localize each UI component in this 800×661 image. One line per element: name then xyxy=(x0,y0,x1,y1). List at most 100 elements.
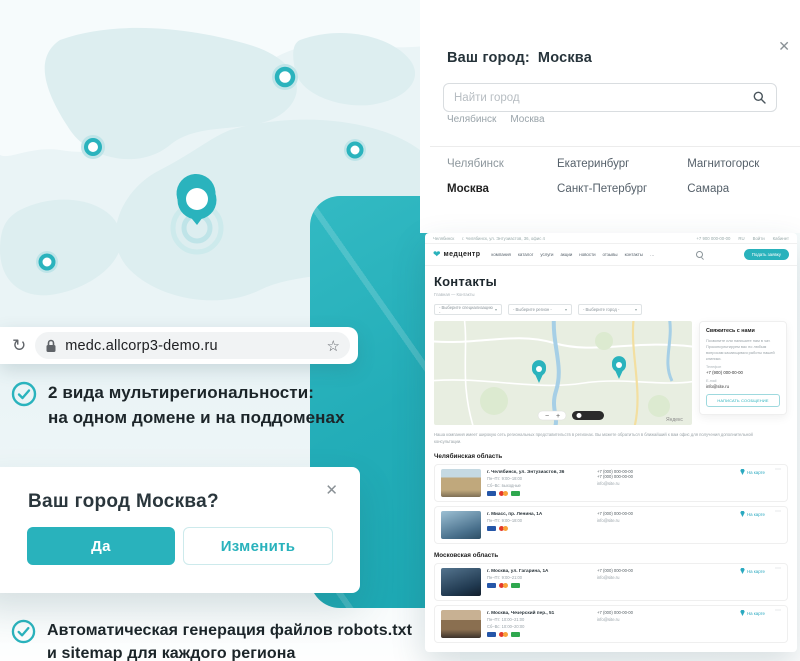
office-email[interactable]: info@site.ru xyxy=(597,518,685,523)
close-icon[interactable]: ✕ xyxy=(325,481,338,499)
map-ring-marker xyxy=(36,251,58,273)
office-phone[interactable]: +7 (000) 000-00-00 xyxy=(597,610,685,615)
page-title: Контакты xyxy=(434,274,788,289)
site-lang[interactable]: RU xyxy=(738,236,744,241)
office-email[interactable]: info@site.ru xyxy=(597,481,685,486)
site-utility-bar: Челябинск г. Челябинск, ул. Энтузиастов,… xyxy=(425,233,797,244)
breadcrumb[interactable]: Главная — Контакты xyxy=(434,292,788,297)
pin-icon xyxy=(740,511,745,517)
city-panel-current-city: Москва xyxy=(538,50,592,66)
contact-card-title: Свяжитесь с нами xyxy=(706,328,780,334)
city-item[interactable]: Екатеринбург xyxy=(557,158,647,170)
section-title: Челябинская область xyxy=(434,453,788,460)
more-icon[interactable]: ⋯ xyxy=(775,469,781,473)
mastercard-icon xyxy=(499,526,508,531)
site-address: г. Челябинск, ул. Энтузиастов, 36, офис … xyxy=(462,236,545,241)
nav-item[interactable]: контакты xyxy=(625,252,643,257)
site-phone[interactable]: +7 900 000-00-00 xyxy=(696,236,730,241)
site-nav: компания каталог услуги акции новости от… xyxy=(491,252,654,257)
search-icon[interactable] xyxy=(696,251,703,258)
search-icon[interactable] xyxy=(753,91,766,104)
site-logo[interactable]: ❤ медцентр xyxy=(433,250,480,259)
office-address: г. Челябинск, ул. Энтузиастов, 36 xyxy=(487,469,591,474)
city-item[interactable]: Магнитогорск xyxy=(687,158,759,170)
on-map-link[interactable]: На карте xyxy=(740,511,765,517)
bullet-line: Автоматическая генерация файлов robots.t… xyxy=(47,619,412,642)
contact-phone[interactable]: +7 (900) 000-00-00 xyxy=(706,370,780,375)
visa-icon xyxy=(487,491,496,496)
site-cta-button[interactable]: Подать заявку xyxy=(744,249,789,260)
bookmark-star-icon[interactable]: ☆ xyxy=(327,337,340,355)
city-selector-panel: ✕ Ваш город:Москва Челябинск Москва Челя… xyxy=(420,0,800,233)
office-card: г. Челябинск, ул. Энтузиастов, 36 Пн–Пт:… xyxy=(434,464,788,502)
nav-item[interactable]: отзывы xyxy=(603,252,618,257)
on-map-link[interactable]: На карте xyxy=(740,610,765,616)
mir-icon xyxy=(511,583,520,588)
map-zoom-control[interactable]: −+ xyxy=(538,411,566,420)
reload-icon[interactable]: ↻ xyxy=(12,337,26,354)
city-quick-link[interactable]: Москва xyxy=(510,114,544,125)
on-map-link[interactable]: На карте xyxy=(740,568,765,574)
bullet-line: и sitemap для каждого региона xyxy=(47,642,412,661)
city-item[interactable]: Самара xyxy=(687,183,759,195)
mir-icon xyxy=(511,491,520,496)
contact-filters: - Выберите специализацию -▾ - Выберите р… xyxy=(434,304,788,315)
svg-text:+: + xyxy=(556,413,560,420)
nav-item[interactable]: каталог xyxy=(518,252,533,257)
filter-region[interactable]: - Выберите регион -▾ xyxy=(508,304,572,315)
site-login[interactable]: Войти xyxy=(753,236,765,241)
map-ring-marker xyxy=(81,135,105,159)
url-text[interactable]: medc.allcorp3-demo.ru xyxy=(65,338,318,354)
pin-icon xyxy=(740,610,745,616)
write-message-button[interactable]: Написать сообщение xyxy=(706,394,780,407)
heart-icon: ❤ xyxy=(433,250,441,259)
office-photo xyxy=(441,610,481,638)
more-icon[interactable]: ⋯ xyxy=(775,610,781,614)
office-hours: Сб–Вс: 10:00–20:00 xyxy=(487,624,591,629)
bullet-line: на одном домене и на поддоменах xyxy=(48,406,345,431)
city-search-input[interactable] xyxy=(454,92,753,104)
chevron-down-icon: ▾ xyxy=(635,307,637,312)
site-city[interactable]: Челябинск xyxy=(433,236,454,241)
contact-card-text: Позвоните или напишите нам в чат. Прокон… xyxy=(706,338,780,361)
confirm-city-yes-button[interactable]: Да xyxy=(27,527,175,565)
city-item[interactable]: Челябинск xyxy=(447,158,517,170)
filter-city[interactable]: - Выберите город -▾ xyxy=(578,304,642,315)
change-city-button[interactable]: Изменить xyxy=(183,527,333,565)
office-photo xyxy=(441,469,481,497)
city-confirm-popup: ✕ Ваш город Москва? Да Изменить xyxy=(0,467,360,593)
nav-item[interactable]: компания xyxy=(491,252,511,257)
contact-email[interactable]: info@site.ru xyxy=(706,384,780,389)
nav-item[interactable]: новости xyxy=(579,252,595,257)
nav-more[interactable]: … xyxy=(650,252,654,257)
divider xyxy=(430,146,800,147)
more-icon[interactable]: ⋯ xyxy=(775,568,781,572)
office-phone[interactable]: +7 (000) 000-00-00 xyxy=(597,474,685,479)
pin-icon xyxy=(740,568,745,574)
nav-item[interactable]: акции xyxy=(560,252,572,257)
city-columns: Челябинск Москва Екатеринбург Санкт-Пете… xyxy=(447,158,759,195)
office-card: г. Москва, ул. Гагарина, 1А Пн–Пт: 9:00–… xyxy=(434,563,788,601)
more-icon[interactable]: ⋯ xyxy=(775,511,781,515)
city-item-selected[interactable]: Москва xyxy=(447,183,517,195)
city-item[interactable]: Санкт-Петербург xyxy=(557,183,647,195)
nav-item[interactable]: услуги xyxy=(540,252,553,257)
office-email[interactable]: info@site.ru xyxy=(597,617,685,622)
office-phone[interactable]: +7 (000) 000-00-00 xyxy=(597,568,685,573)
office-photo xyxy=(441,511,481,539)
on-map-link[interactable]: На карте xyxy=(740,469,765,475)
site-cabinet[interactable]: Кабинет xyxy=(773,236,789,241)
office-photo xyxy=(441,568,481,596)
office-phone[interactable]: +7 (000) 000-00-00 xyxy=(597,511,685,516)
offices-map[interactable]: −+ Яндекс xyxy=(434,321,692,425)
city-quick-link[interactable]: Челябинск xyxy=(447,114,496,125)
close-icon[interactable]: ✕ xyxy=(778,38,790,55)
map-layers-control[interactable] xyxy=(572,411,604,420)
url-pill[interactable]: medc.allcorp3-demo.ru ☆ xyxy=(35,332,350,359)
office-hours: Пн–Пт: 9:00–18:00 xyxy=(487,476,591,481)
filter-specialization[interactable]: - Выберите специализацию -▾ xyxy=(434,304,502,315)
office-address: г. Миасс, пр. Ленина, 1А xyxy=(487,511,591,516)
mastercard-icon xyxy=(499,583,508,588)
website-screenshot: Челябинск г. Челябинск, ул. Энтузиастов,… xyxy=(425,233,797,652)
office-email[interactable]: info@site.ru xyxy=(597,575,685,580)
